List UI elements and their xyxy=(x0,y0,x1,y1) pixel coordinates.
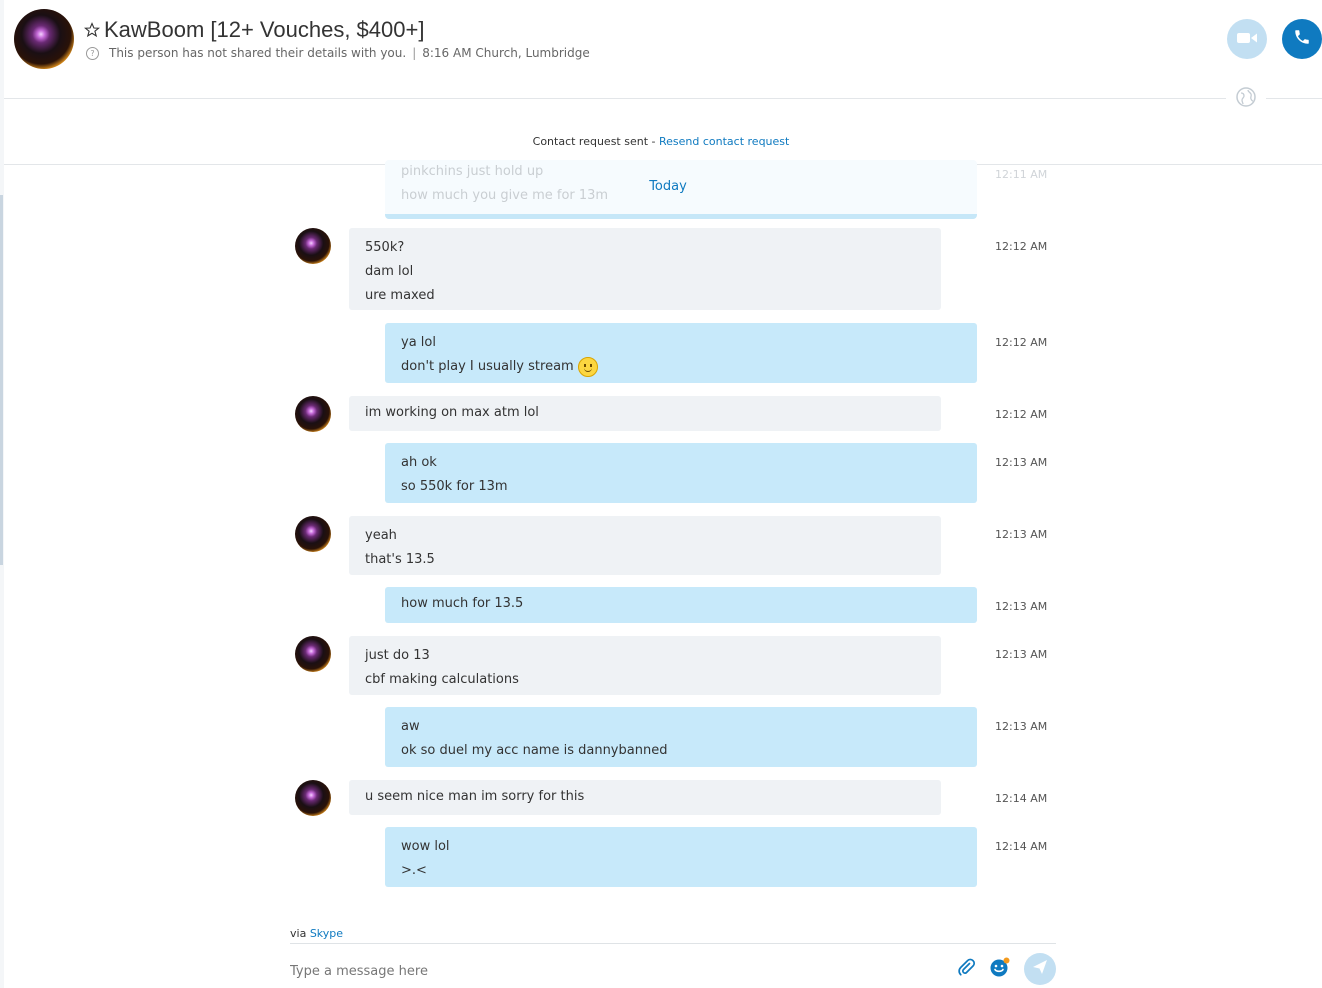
message-line: ok so duel my acc name is dannybanned xyxy=(401,743,668,758)
video-camera-icon xyxy=(1236,30,1258,49)
separator: | xyxy=(412,46,417,60)
via-prefix: via xyxy=(290,927,310,940)
outgoing-message[interactable]: wow lol >.< xyxy=(385,827,977,887)
message-line: dam lol xyxy=(365,264,414,279)
message-time: 12:13 AM xyxy=(995,600,1048,613)
message-time: 12:13 AM xyxy=(995,456,1048,469)
message-line: ah ok xyxy=(401,455,437,470)
message-avatar[interactable] xyxy=(295,780,331,816)
message-line: yeah xyxy=(365,528,397,543)
message-time: 12:13 AM xyxy=(995,528,1048,541)
message-avatar[interactable] xyxy=(295,636,331,672)
message-line: im working on max atm lol xyxy=(365,405,539,420)
message-line: 550k? xyxy=(365,240,405,255)
phone-icon xyxy=(1293,28,1311,50)
incoming-message[interactable]: just do 13 cbf making calculations xyxy=(349,636,941,695)
message-time: 12:13 AM xyxy=(995,648,1048,661)
message-line: ya lol xyxy=(401,335,436,350)
message-line: aw xyxy=(401,719,420,734)
message-line: u seem nice man im sorry for this xyxy=(365,789,585,804)
outgoing-message[interactable]: ya lol don't play I usually stream xyxy=(385,323,977,383)
outgoing-message[interactable]: aw ok so duel my acc name is dannybanned xyxy=(385,707,977,767)
contact-avatar[interactable] xyxy=(14,9,74,69)
message-line: >.< xyxy=(401,863,427,878)
contact-subtitle: ? This person has not shared their detai… xyxy=(86,46,590,60)
message-line: that's 13.5 xyxy=(365,552,435,567)
message-time: 12:14 AM xyxy=(995,840,1048,853)
help-icon: ? xyxy=(86,46,99,60)
contact-request-banner: Contact request sent - Resend contact re… xyxy=(0,135,1322,148)
contact-name[interactable]: KawBoom [12+ Vouches, $400+] xyxy=(104,17,424,43)
message-time: 12:12 AM xyxy=(995,408,1048,421)
resend-contact-request-link[interactable]: Resend contact request xyxy=(659,135,789,148)
message-input[interactable] xyxy=(290,960,890,982)
local-time-location: 8:16 AM Church, Lumbridge xyxy=(422,46,590,60)
outgoing-message[interactable]: ah ok so 550k for 13m xyxy=(385,443,977,503)
smiley-icon xyxy=(989,956,1011,982)
message-line: cbf making calculations xyxy=(365,672,519,687)
message-time: 12:12 AM xyxy=(995,336,1048,349)
star-icon[interactable] xyxy=(83,22,101,38)
message-text: don't play I usually stream xyxy=(401,359,574,374)
message-line: so 550k for 13m xyxy=(401,479,508,494)
incoming-message[interactable]: im working on max atm lol xyxy=(349,396,941,431)
send-icon xyxy=(1031,958,1049,980)
contact-title-row: KawBoom [12+ Vouches, $400+] xyxy=(83,17,424,43)
message-time: 12:14 AM xyxy=(995,792,1048,805)
left-pane-scrollbar[interactable] xyxy=(0,195,3,565)
message-time: 12:13 AM xyxy=(995,720,1048,733)
send-button[interactable] xyxy=(1024,953,1056,985)
skype-link[interactable]: Skype xyxy=(310,927,343,940)
day-divider: Today xyxy=(649,179,687,194)
smile-emoji-icon xyxy=(577,357,598,377)
incoming-message[interactable]: 550k? dam lol ure maxed xyxy=(349,228,941,310)
audio-call-button[interactable] xyxy=(1282,19,1322,59)
header-divider-right xyxy=(1266,98,1322,99)
incoming-message[interactable]: yeah that's 13.5 xyxy=(349,516,941,575)
message-line: ure maxed xyxy=(365,288,435,303)
contact-request-text: Contact request sent - xyxy=(532,135,659,148)
outgoing-message[interactable]: how much for 13.5 xyxy=(385,587,977,623)
attach-file-button[interactable] xyxy=(955,958,977,980)
emoticons-button[interactable] xyxy=(989,956,1011,982)
privacy-note: This person has not shared their details… xyxy=(109,46,407,60)
message-avatar[interactable] xyxy=(295,516,331,552)
composer-divider xyxy=(290,943,1056,944)
message-line: just do 13 xyxy=(365,648,430,663)
header-divider xyxy=(4,98,1226,99)
via-label: via Skype xyxy=(290,927,343,940)
message-line-with-emoji: don't play I usually stream xyxy=(401,355,961,379)
message-line: wow lol xyxy=(401,839,450,854)
message-avatar[interactable] xyxy=(295,396,331,432)
paperclip-icon xyxy=(956,957,976,981)
message-time: 12:12 AM xyxy=(995,240,1048,253)
video-call-button[interactable] xyxy=(1227,19,1267,59)
translator-button[interactable] xyxy=(1235,87,1257,111)
globe-icon xyxy=(1236,87,1256,111)
message-avatar[interactable] xyxy=(295,228,331,264)
incoming-message[interactable]: u seem nice man im sorry for this xyxy=(349,780,941,815)
message-line: how much for 13.5 xyxy=(401,596,524,611)
